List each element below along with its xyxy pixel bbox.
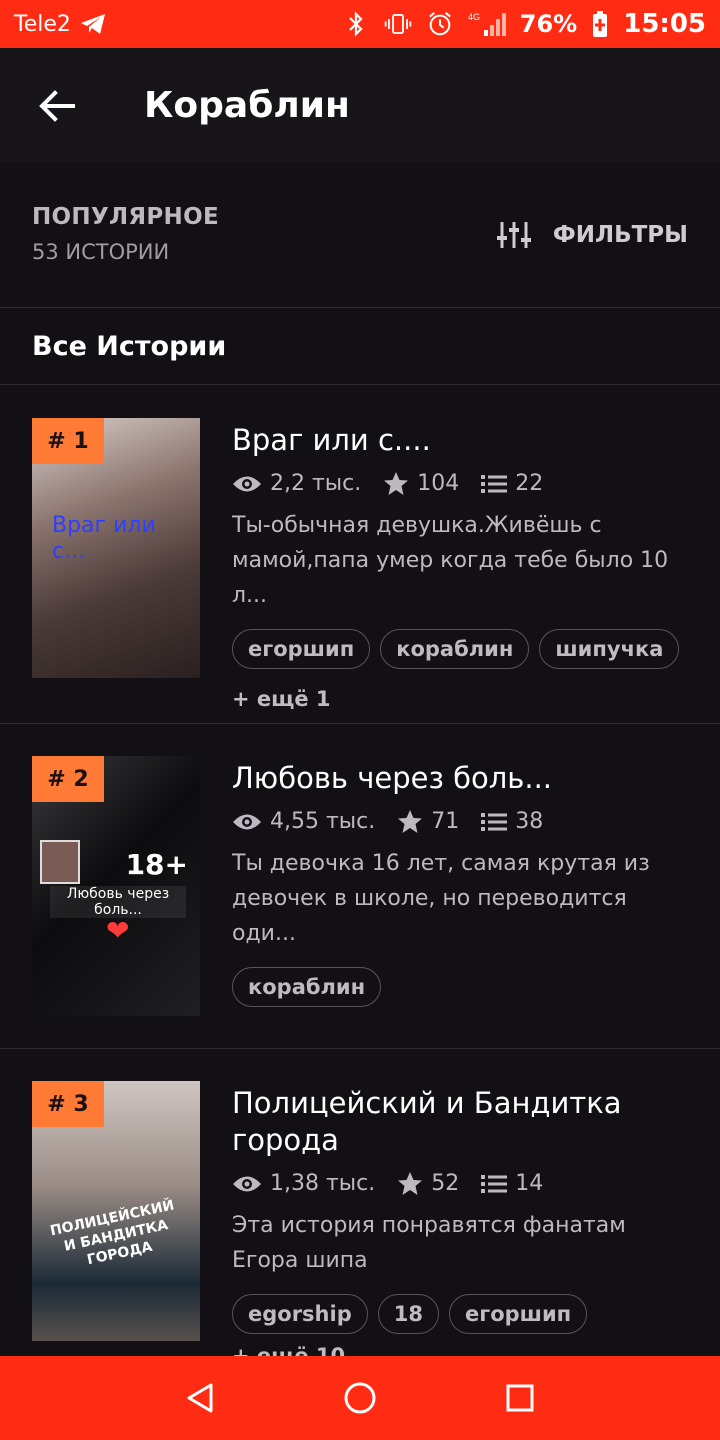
story-item[interactable]: 18+ Любовь через боль... ❤ # 2 Любовь че… [0,724,720,1049]
tag-chip[interactable]: egorship [232,1294,368,1334]
views-stat: 1,38 тыс. [232,1171,375,1196]
battery-percent: 76% [519,10,578,38]
tag-chip[interactable]: кораблин [380,629,530,669]
views-count: 4,55 тыс. [270,809,376,834]
votes-count: 71 [431,809,460,834]
story-description: Ты-обычная девушка.Живёшь с мамой,папа у… [232,513,669,608]
parts-stat: 14 [481,1171,543,1196]
cover-title: Враг или с... [52,513,156,564]
views-stat: 2,2 тыс. [232,471,361,496]
carrier-label: Tele2 [14,11,71,37]
story-title[interactable]: Полицейский и Бандитка города [232,1085,694,1159]
tag-chip[interactable]: кораблин [232,967,382,1007]
story-title[interactable]: Любовь через боль... [232,760,694,797]
story-description: Ты девочка 16 лет, самая крутая из девоч… [232,851,650,946]
story-description: Эта история понравятся фанатам Егора шип… [232,1213,626,1273]
parts-stat: 22 [481,471,543,496]
app-bar: Кораблин [0,48,720,163]
page-title: Кораблин [144,85,350,126]
votes-stat: 52 [397,1171,459,1196]
nav-home-button[interactable] [330,1368,390,1428]
story-title[interactable]: Враг или с.... [232,422,694,459]
parts-count: 38 [515,809,544,834]
list-icon [481,812,508,831]
tag-chip[interactable]: егоршип [448,1294,588,1334]
nav-back-button[interactable] [170,1368,230,1428]
story-item[interactable]: ПОЛИЦЕЙСКИЙ И БАНДИТКА ГОРОДА # 3 Полице… [0,1049,720,1368]
broken-heart-icon: ❤ [106,914,130,947]
parts-count: 22 [515,471,544,496]
list-icon [481,474,508,493]
svg-text:4G: 4G [468,12,480,22]
eye-icon [233,476,261,491]
rank-badge: # 1 [32,418,104,464]
story-cover[interactable]: Враг или с... # 1 [32,418,200,678]
tag-chip[interactable]: шипучка [539,629,680,669]
views-count: 2,2 тыс. [270,471,362,496]
clock: 15:05 [623,9,706,39]
story-item[interactable]: Враг или с... # 1 Враг или с.... 2,2 тыс… [0,386,720,724]
cover-age-badge: 18+ [125,848,188,881]
parts-stat: 38 [481,809,543,834]
views-stat: 4,55 тыс. [232,809,375,834]
section-title: Все Истории [32,331,227,362]
star-icon [398,1172,423,1195]
more-tags-link[interactable]: + ещё 1 [232,687,694,711]
eye-icon [233,1176,261,1191]
rank-badge: # 2 [32,756,104,802]
cover-title: ПОЛИЦЕЙСКИЙ И БАНДИТКА ГОРОДА [48,1197,176,1269]
signal-icon: 4G [468,10,506,38]
nav-recents-button[interactable] [490,1368,550,1428]
sort-title: ПОПУЛЯРНОЕ [32,204,219,230]
votes-stat: 104 [383,471,459,496]
eye-icon [233,814,261,829]
triangle-back-icon [187,1383,213,1413]
parts-count: 14 [515,1171,544,1196]
story-cover[interactable]: ПОЛИЦЕЙСКИЙ И БАНДИТКА ГОРОДА # 3 [32,1081,200,1341]
sort-selector[interactable]: ПОПУЛЯРНОЕ 53 ИСТОРИИ [32,204,219,264]
status-bar: Tele2 4G 76% 15:05 [0,0,720,48]
tag-chip[interactable]: егоршип [232,629,371,669]
story-count: 53 ИСТОРИИ [32,240,170,264]
story-cover[interactable]: 18+ Любовь через боль... ❤ # 2 [32,756,200,1016]
sort-filter-row: ПОПУЛЯРНОЕ 53 ИСТОРИИ ФИЛЬТРЫ [0,180,720,308]
cover-photo [40,840,80,884]
views-count: 1,38 тыс. [270,1171,376,1196]
arrow-left-icon [39,89,75,122]
votes-count: 104 [417,471,460,496]
alarm-icon [426,10,454,38]
sliders-icon [496,222,531,248]
votes-count: 52 [431,1171,460,1196]
bluetooth-icon [342,10,370,38]
star-icon [384,472,409,495]
battery-charging-icon [591,10,609,38]
list-icon [481,1174,508,1193]
circle-home-icon [344,1382,376,1414]
votes-stat: 71 [397,809,459,834]
tag-chip[interactable]: 18 [377,1294,439,1334]
system-nav-bar [0,1356,720,1440]
back-button[interactable] [22,71,92,141]
square-recents-icon [506,1384,534,1412]
vibrate-icon [384,10,412,38]
telegram-icon [79,10,107,38]
rank-badge: # 3 [32,1081,104,1127]
filters-button[interactable]: ФИЛЬТРЫ [496,220,688,250]
star-icon [398,810,423,833]
filters-label: ФИЛЬТРЫ [552,222,688,248]
section-header: Все Истории [0,309,720,385]
